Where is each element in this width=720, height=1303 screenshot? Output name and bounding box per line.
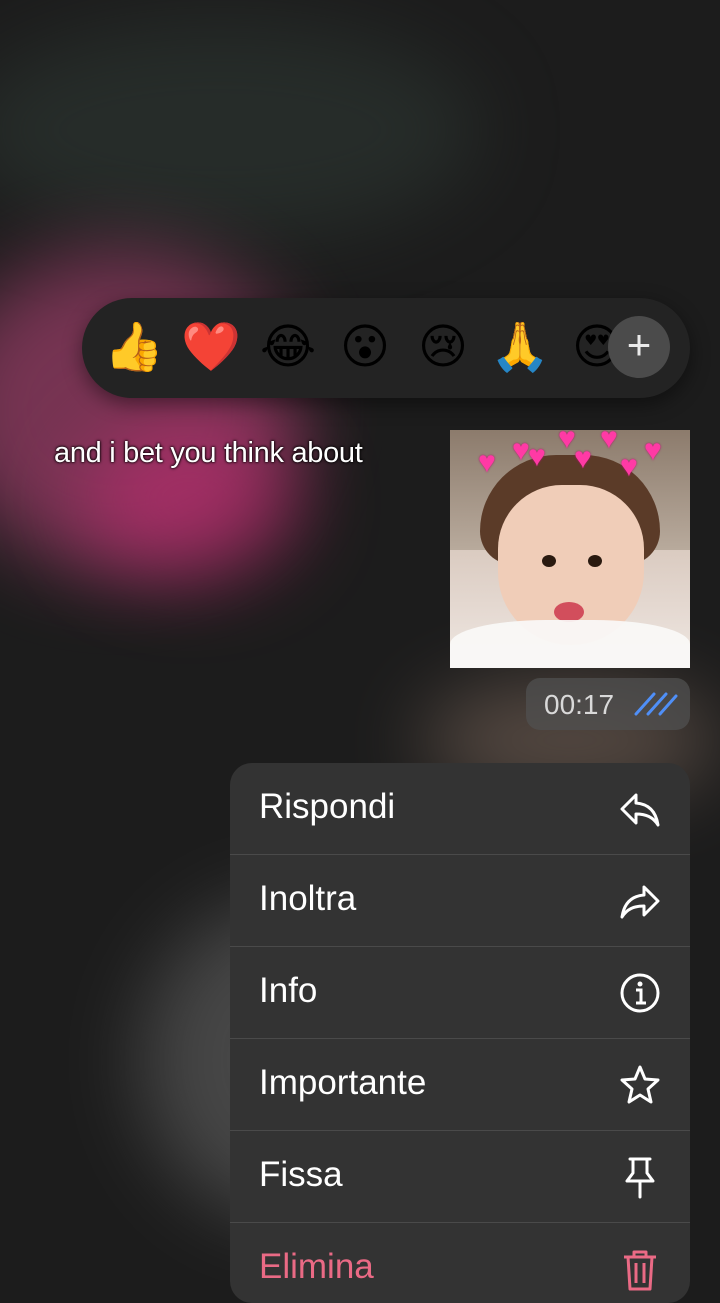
menu-item-label: Importante	[259, 1063, 427, 1102]
menu-item-delete[interactable]: Elimina	[230, 1223, 690, 1303]
reaction-surprised[interactable]: 😮	[335, 320, 395, 376]
reaction-laughing[interactable]: 😂	[258, 320, 318, 376]
reaction-heart[interactable]: ❤️	[181, 320, 241, 376]
pin-icon	[625, 1157, 655, 1199]
trash-icon	[624, 1250, 656, 1291]
image-message[interactable]: ♥ ♥ ♥ ♥ ♥ ♥ ♥ ♥	[450, 430, 690, 668]
heart-sticker: ♥	[644, 434, 662, 467]
heart-sticker: ♥	[620, 450, 638, 483]
heart-sticker: ♥	[574, 442, 592, 475]
menu-item-label: Info	[259, 971, 318, 1010]
message-timestamp: 00:17	[526, 678, 690, 730]
menu-item-forward[interactable]: Inoltra	[230, 855, 690, 947]
star-icon	[620, 1065, 660, 1104]
reaction-bar: 👍 ❤️ 😂 😮 😢 🙏 😍 +	[82, 298, 690, 398]
menu-item-star[interactable]: Importante	[230, 1039, 690, 1131]
heart-sticker: ♥	[600, 430, 618, 455]
menu-item-pin[interactable]: Fissa	[230, 1131, 690, 1223]
menu-item-label: Rispondi	[259, 787, 396, 826]
timestamp-text: 00:17	[544, 689, 615, 720]
menu-item-label: Inoltra	[259, 879, 357, 918]
info-icon	[620, 973, 660, 1013]
reaction-crying[interactable]: 😢	[413, 320, 473, 376]
heart-sticker: ♥	[478, 446, 496, 479]
video-caption: and i bet you think about	[54, 437, 363, 469]
double-check-icon	[634, 692, 678, 716]
menu-item-label: Fissa	[259, 1155, 343, 1194]
reaction-praying-hands[interactable]: 🙏	[490, 320, 550, 376]
more-reactions-button[interactable]: +	[608, 316, 670, 378]
menu-item-label: Elimina	[259, 1247, 374, 1286]
reply-icon	[620, 793, 660, 827]
forward-icon	[620, 885, 660, 919]
menu-item-reply[interactable]: Rispondi	[230, 763, 690, 855]
heart-sticker: ♥	[528, 440, 546, 473]
message-context-menu: Rispondi Inoltra Info Importante Fissa E…	[230, 763, 690, 1303]
reaction-thumbs-up[interactable]: 👍	[104, 320, 164, 376]
menu-item-info[interactable]: Info	[230, 947, 690, 1039]
